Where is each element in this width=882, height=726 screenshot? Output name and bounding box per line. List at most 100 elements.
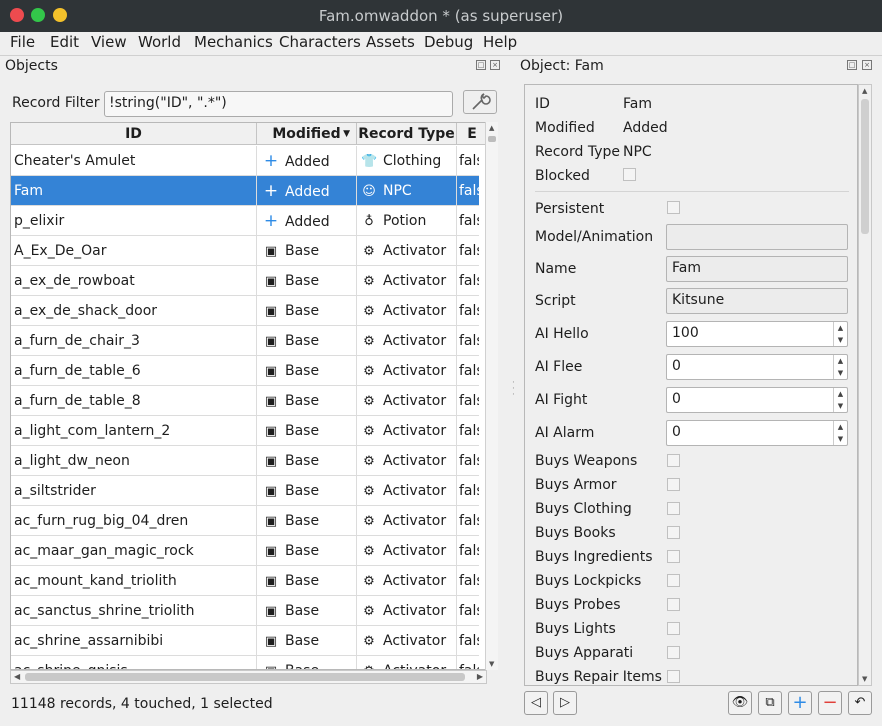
spin-arrows-icon[interactable]: ▲ ▼ bbox=[833, 388, 847, 412]
clone-button[interactable]: ⧉ bbox=[758, 691, 782, 715]
cell-record-type-label: Activator bbox=[383, 543, 447, 559]
base-icon: ▣ bbox=[264, 394, 278, 409]
record-filter-input[interactable]: !string("ID", ".*") bbox=[104, 91, 453, 117]
close-dock-icon[interactable]: × bbox=[490, 60, 500, 70]
potion-icon: ♁ bbox=[364, 214, 374, 229]
add-record-button[interactable]: + bbox=[788, 691, 812, 715]
scroll-down-icon[interactable]: ▼ bbox=[862, 675, 867, 683]
splitter-handle[interactable]: · · · bbox=[512, 379, 516, 400]
close-dock-icon[interactable]: × bbox=[862, 60, 872, 70]
cell-id: a_light_com_lantern_2 bbox=[11, 416, 257, 446]
buys-checkbox[interactable] bbox=[667, 574, 680, 587]
table-row[interactable]: a_light_dw_neon ▣ Base ⚙ Activator false bbox=[11, 446, 479, 476]
cell-blocked: false bbox=[459, 153, 479, 169]
menu-assets[interactable]: Assets bbox=[366, 33, 415, 51]
base-icon: ▣ bbox=[264, 454, 278, 469]
scroll-up-icon[interactable]: ▲ bbox=[862, 87, 867, 95]
scroll-thumb[interactable] bbox=[488, 136, 496, 142]
cell-modified-label: Added bbox=[285, 184, 330, 200]
buys-checkbox[interactable] bbox=[667, 502, 680, 515]
buys-checkbox[interactable] bbox=[667, 670, 680, 683]
table-row[interactable]: Fam + Added ☺ NPC false bbox=[11, 176, 479, 206]
table-row[interactable]: p_elixir + Added ♁ Potion false bbox=[11, 206, 479, 236]
gear-icon: ⚙ bbox=[363, 424, 375, 439]
revert-button[interactable]: ↶ bbox=[848, 691, 872, 715]
buys-checkbox[interactable] bbox=[667, 598, 680, 611]
model-field[interactable] bbox=[666, 224, 848, 250]
objects-dock-title: Objects bbox=[5, 58, 58, 74]
table-row[interactable]: ac_shrine_gnisis ▣ Base ⚙ Activator false bbox=[11, 656, 479, 669]
ai-spinbox[interactable]: 0 ▲ ▼ bbox=[666, 420, 848, 446]
editor-vertical-scrollbar[interactable]: ▲ ▼ bbox=[858, 84, 872, 686]
table-row[interactable]: ac_furn_rug_big_04_dren ▣ Base ⚙ Activator fa… bbox=[11, 506, 479, 536]
table-row[interactable]: a_light_com_lantern_2 ▣ Base ⚙ Activator fals… bbox=[11, 416, 479, 446]
gear-icon: ⚙ bbox=[363, 574, 375, 589]
column-header-id[interactable]: ID bbox=[11, 123, 257, 145]
scroll-left-icon[interactable]: ◀ bbox=[14, 672, 20, 681]
table-vertical-scrollbar[interactable]: ▲ ▼ bbox=[485, 122, 498, 670]
buys-checkbox[interactable] bbox=[667, 526, 680, 539]
spin-arrows-icon[interactable]: ▲ ▼ bbox=[833, 421, 847, 445]
ai-spinbox[interactable]: 100 ▲ ▼ bbox=[666, 321, 848, 347]
menu-debug[interactable]: Debug bbox=[424, 33, 473, 51]
buys-checkbox[interactable] bbox=[667, 646, 680, 659]
table-row[interactable]: ac_sanctus_shrine_triolith ▣ Base ⚙ Activato… bbox=[11, 596, 479, 626]
blocked-checkbox[interactable] bbox=[623, 168, 636, 181]
scroll-right-icon[interactable]: ▶ bbox=[477, 672, 483, 681]
menu-characters[interactable]: Characters bbox=[279, 33, 361, 51]
scroll-thumb[interactable] bbox=[861, 99, 869, 234]
persistent-checkbox[interactable] bbox=[667, 201, 680, 214]
delete-record-button[interactable]: − bbox=[818, 691, 842, 715]
column-header-record-type[interactable]: Record Type bbox=[357, 123, 457, 145]
menu-file[interactable]: File bbox=[10, 33, 35, 51]
table-row[interactable]: a_furn_de_chair_3 ▣ Base ⚙ Activator false bbox=[11, 326, 479, 356]
table-row[interactable]: a_siltstrider ▣ Base ⚙ Activator false bbox=[11, 476, 479, 506]
ai-label: AI Alarm bbox=[535, 425, 595, 441]
view-button[interactable]: 👁 bbox=[728, 691, 752, 715]
buys-checkbox[interactable] bbox=[667, 622, 680, 635]
column-header-blocked[interactable]: E bbox=[457, 123, 486, 145]
menu-view[interactable]: View bbox=[91, 33, 127, 51]
cell-id: a_ex_de_shack_door bbox=[11, 296, 257, 326]
spin-arrows-icon[interactable]: ▲ ▼ bbox=[833, 322, 847, 346]
ai-spinbox[interactable]: 0 ▲ ▼ bbox=[666, 387, 848, 413]
table-row[interactable]: Cheater's Amulet + Added 👕 Clothing false bbox=[11, 146, 479, 176]
menu-bar: File Edit View World Mechanics Character… bbox=[0, 32, 882, 54]
float-dock-icon[interactable]: □ bbox=[847, 60, 857, 70]
ai-spinbox[interactable]: 0 ▲ ▼ bbox=[666, 354, 848, 380]
next-record-button[interactable]: ▷ bbox=[553, 691, 577, 715]
cell-modified-label: Base bbox=[285, 573, 320, 589]
buys-checkbox[interactable] bbox=[667, 550, 680, 563]
table-row[interactable]: a_furn_de_table_6 ▣ Base ⚙ Activator false bbox=[11, 356, 479, 386]
name-field[interactable]: Fam bbox=[666, 256, 848, 282]
scroll-down-icon[interactable]: ▼ bbox=[489, 660, 494, 668]
menu-edit[interactable]: Edit bbox=[50, 33, 79, 51]
cell-record-type: ⚙ Activator bbox=[357, 356, 457, 386]
buys-checkbox[interactable] bbox=[667, 454, 680, 467]
filter-edit-button[interactable] bbox=[463, 90, 497, 114]
table-row[interactable]: a_furn_de_table_8 ▣ Base ⚙ Activator false bbox=[11, 386, 479, 416]
cell-record-type-label: Activator bbox=[383, 663, 446, 669]
menu-mechanics[interactable]: Mechanics bbox=[194, 33, 273, 51]
table-row[interactable]: ac_maar_gan_magic_rock ▣ Base ⚙ Activator fal… bbox=[11, 536, 479, 566]
horizontal-scroll-thumb[interactable] bbox=[25, 673, 465, 681]
table-row[interactable]: a_ex_de_rowboat ▣ Base ⚙ Activator false bbox=[11, 266, 479, 296]
table-row[interactable]: A_Ex_De_Oar ▣ Base ⚙ Activator false bbox=[11, 236, 479, 266]
spin-arrows-icon[interactable]: ▲ ▼ bbox=[833, 355, 847, 379]
previous-record-button[interactable]: ◁ bbox=[524, 691, 548, 715]
menu-help[interactable]: Help bbox=[483, 33, 517, 51]
scroll-up-icon[interactable]: ▲ bbox=[489, 124, 494, 132]
cell-record-type-label: Clothing bbox=[383, 153, 442, 169]
table-row[interactable]: a_ex_de_shack_door ▣ Base ⚙ Activator false bbox=[11, 296, 479, 326]
table-row[interactable]: ac_shrine_assarnibibi ▣ Base ⚙ Activator fals… bbox=[11, 626, 479, 656]
table-horizontal-scrollbar[interactable]: ◀ ▶ bbox=[10, 670, 487, 684]
menu-world[interactable]: World bbox=[138, 33, 181, 51]
column-header-modified[interactable]: Modified ▼ bbox=[257, 123, 357, 145]
float-dock-icon[interactable]: □ bbox=[476, 60, 486, 70]
cell-record-type-label: Activator bbox=[383, 483, 447, 499]
script-field[interactable]: Kitsune bbox=[666, 288, 848, 314]
cell-record-type: ⚙ Activator bbox=[357, 416, 457, 446]
plus-icon: + bbox=[263, 211, 279, 231]
buys-checkbox[interactable] bbox=[667, 478, 680, 491]
table-row[interactable]: ac_mount_kand_triolith ▣ Base ⚙ Activator fal… bbox=[11, 566, 479, 596]
